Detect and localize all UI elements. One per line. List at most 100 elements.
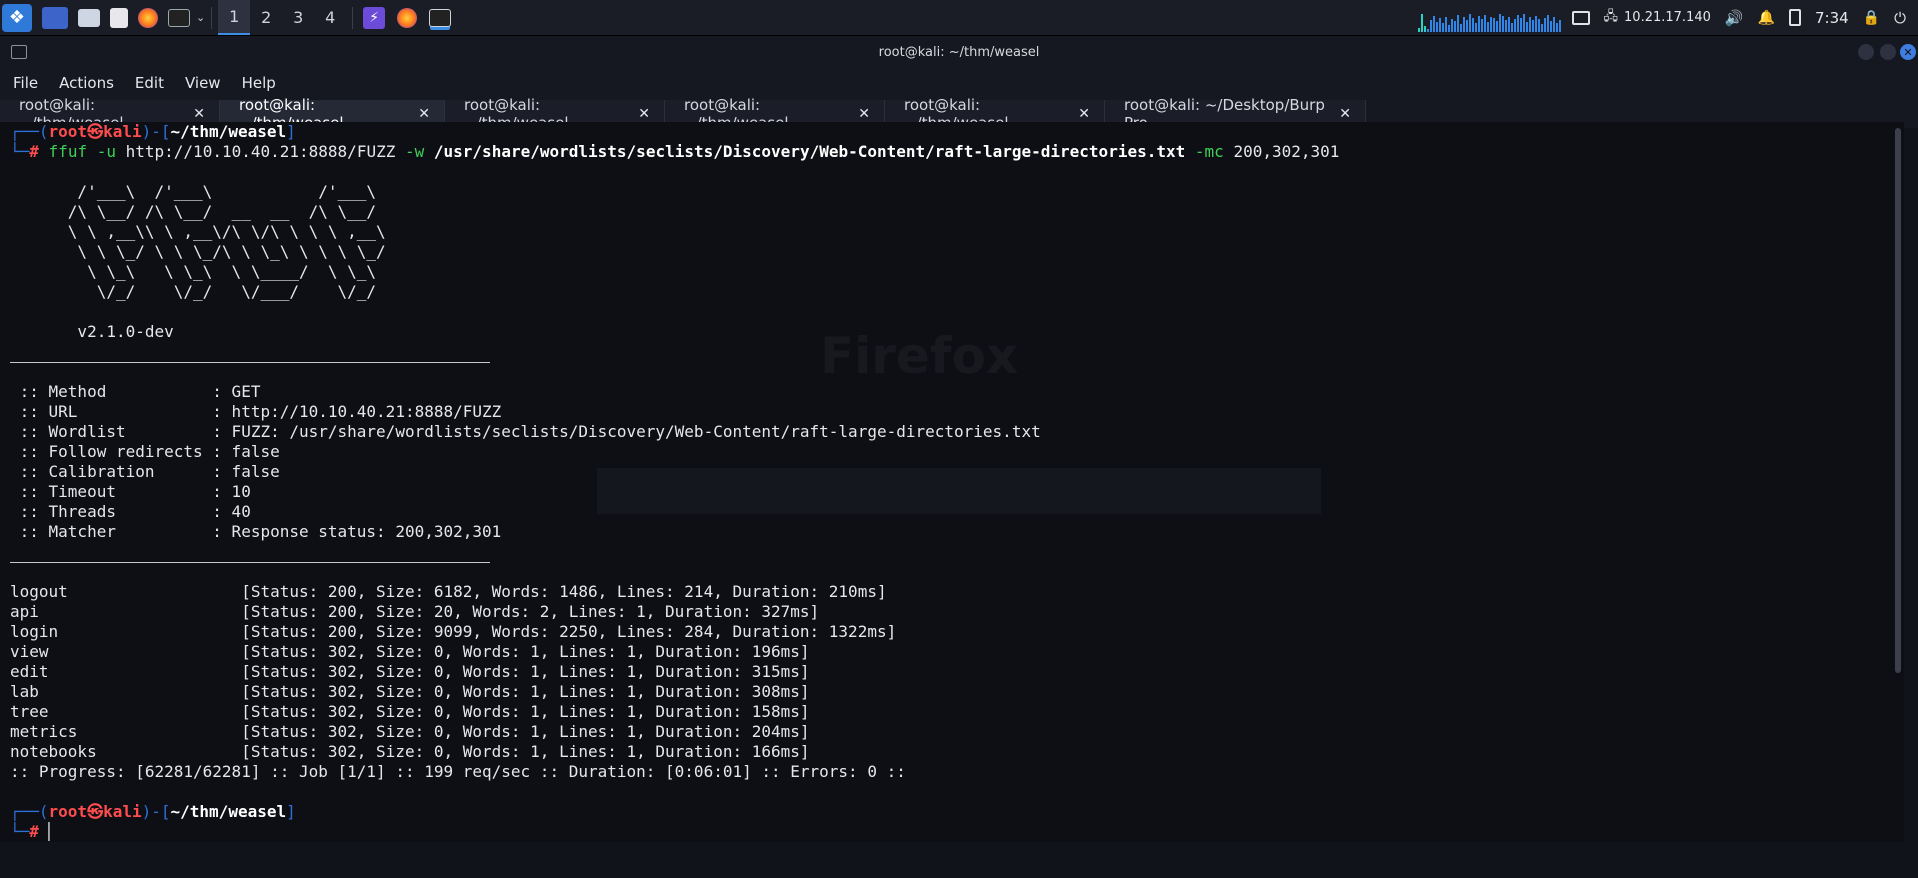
menubar: File Actions Edit View Help: [0, 68, 1918, 98]
files-icon[interactable]: [78, 8, 100, 27]
prompt-skull: ㉿: [87, 802, 104, 821]
cpu-graph-bar: [1472, 18, 1474, 32]
cpu-graph-bar: [1466, 20, 1468, 32]
close-icon[interactable]: ✕: [1078, 106, 1090, 122]
cpu-graph-bar: [1511, 23, 1513, 32]
cpu-graph-bar: [1520, 18, 1522, 32]
system-tray: 🖧 10.21.17.140 🔊 🔔 7:34 🔒 ⏻: [1571, 0, 1918, 35]
firefox-icon[interactable]: [397, 7, 418, 28]
menu-file[interactable]: File: [0, 74, 46, 92]
cpu-graph-bar: [1496, 21, 1498, 32]
window-icon: [11, 45, 27, 59]
firefox-icon[interactable]: [138, 7, 158, 28]
cpu-graph-bar: [1421, 14, 1423, 32]
prompt-user: root: [48, 122, 88, 141]
minimize-button[interactable]: [1858, 44, 1874, 60]
cpu-graph-bar: [1502, 16, 1504, 32]
cpu-graph-bar: [1508, 17, 1510, 32]
network-icon[interactable]: 🖧: [1604, 7, 1619, 29]
cpu-graph-bar: [1487, 22, 1489, 32]
close-icon[interactable]: ✕: [1339, 106, 1351, 122]
workspace-1[interactable]: 1: [218, 0, 251, 35]
close-button[interactable]: ✕: [1900, 44, 1916, 60]
text-cursor: ▏: [48, 822, 59, 841]
cpu-graph-bar: [1451, 19, 1453, 32]
cpu-graph-bar: [1436, 22, 1438, 32]
menu-actions[interactable]: Actions: [46, 74, 122, 92]
result-row: logout [Status: 200, Size: 6182, Words: …: [10, 582, 887, 601]
clock[interactable]: 7:34: [1815, 9, 1849, 27]
lock-icon[interactable]: 🔒: [1863, 10, 1880, 26]
cpu-graph-bar: [1523, 14, 1525, 32]
cmd-codes: 200,302,301: [1233, 142, 1340, 161]
volume-icon[interactable]: 🔊: [1725, 9, 1744, 27]
display-icon[interactable]: [1571, 10, 1590, 25]
result-row: tree [Status: 302, Size: 0, Words: 1, Li…: [10, 702, 810, 721]
version-line: v2.1.0-dev: [10, 322, 174, 341]
panel-divider: [352, 6, 354, 29]
cpu-graph-bar: [1418, 28, 1420, 32]
kali-menu-icon[interactable]: ❖: [2, 3, 32, 32]
cpu-graph-bar: [1532, 20, 1534, 32]
battery-icon[interactable]: [1789, 9, 1801, 26]
result-row: login [Status: 200, Size: 9099, Words: 2…: [10, 622, 897, 641]
progress-line: :: Progress: [62281/62281] :: Job [1/1] …: [10, 762, 906, 781]
top-panel: ❖ ⌄ 1 2 3 4 ⚡ 🖧 10.21.17.140 🔊 🔔 7:34 🔒 …: [0, 0, 1918, 36]
cmd-wordlist: /usr/share/wordlists/seclists/Discovery/…: [433, 142, 1186, 161]
input-line[interactable]: └─# ▏: [10, 822, 58, 842]
cpu-graph-bar: [1439, 18, 1441, 32]
cpu-graph-bar: [1490, 17, 1492, 32]
cpu-graph-bar: [1535, 16, 1537, 32]
result-row: notebooks [Status: 302, Size: 0, Words: …: [10, 742, 810, 761]
terminal-icon[interactable]: [168, 8, 190, 27]
cpu-graph-bar: [1538, 19, 1540, 32]
maximize-button[interactable]: [1880, 44, 1896, 60]
config-line: :: Wordlist : FUZZ: /usr/share/wordlists…: [10, 422, 1041, 441]
cpu-graph-bar: [1526, 22, 1528, 32]
cpu-graph-bar: [1493, 18, 1495, 32]
close-icon[interactable]: ✕: [638, 106, 650, 122]
scrollbar[interactable]: [1895, 128, 1901, 673]
text-editor-icon[interactable]: [110, 7, 128, 28]
window-titlebar[interactable]: root@kali: ~/thm/weasel ✕: [0, 36, 1918, 68]
cmd-flag: -u: [96, 142, 116, 161]
chevron-down-icon[interactable]: ⌄: [196, 0, 205, 35]
cpu-graph-bar: [1427, 29, 1429, 32]
menu-view[interactable]: View: [172, 74, 229, 92]
workspace-2[interactable]: 2: [250, 0, 282, 35]
terminal-icon[interactable]: [429, 8, 452, 27]
prompt-frame: ┌──(: [10, 122, 49, 141]
close-icon[interactable]: ✕: [858, 106, 870, 122]
cpu-graph-bar: [1442, 23, 1444, 32]
menu-help[interactable]: Help: [229, 74, 284, 92]
bell-icon[interactable]: 🔔: [1758, 10, 1775, 26]
cpu-graph-bar: [1553, 17, 1555, 32]
separator: [10, 362, 490, 363]
burp-icon[interactable]: ⚡: [363, 6, 386, 29]
cpu-graph-bar: [1430, 20, 1432, 32]
result-row: view [Status: 302, Size: 0, Words: 1, Li…: [10, 642, 810, 661]
prompt-host: kali: [103, 122, 142, 141]
cpu-usage-graph: [1418, 14, 1561, 32]
prompt-hash: #: [29, 142, 39, 161]
cpu-graph-bar: [1448, 25, 1450, 32]
separator: [10, 562, 490, 563]
terminal-output[interactable]: Firefox ┌──(root㉿kali)-[~/thm/weasel] └─…: [0, 122, 1904, 842]
cpu-graph-bar: [1478, 16, 1480, 32]
menu-edit[interactable]: Edit: [122, 74, 172, 92]
cpu-graph-bar: [1517, 15, 1519, 32]
config-line: :: Timeout : 10: [10, 482, 251, 501]
cpu-graph-bar: [1454, 21, 1456, 32]
close-icon[interactable]: ✕: [418, 106, 430, 122]
background-search-ghost: [597, 468, 1321, 514]
power-icon[interactable]: ⏻: [1894, 9, 1906, 27]
banner-line: \ \_\ \ \_\ \ \____/ \ \_\: [10, 262, 444, 281]
workspace-4[interactable]: 4: [314, 0, 346, 35]
desktop-icon[interactable]: [42, 6, 68, 29]
config-line: :: Follow redirects : false: [10, 442, 280, 461]
cpu-graph-bar: [1529, 17, 1531, 32]
cpu-graph-bar: [1541, 24, 1543, 32]
workspace-3[interactable]: 3: [282, 0, 314, 35]
banner-line: /\ \__/ /\ \__/ __ __ /\ \__/: [10, 202, 444, 221]
close-icon[interactable]: ✕: [193, 106, 205, 122]
